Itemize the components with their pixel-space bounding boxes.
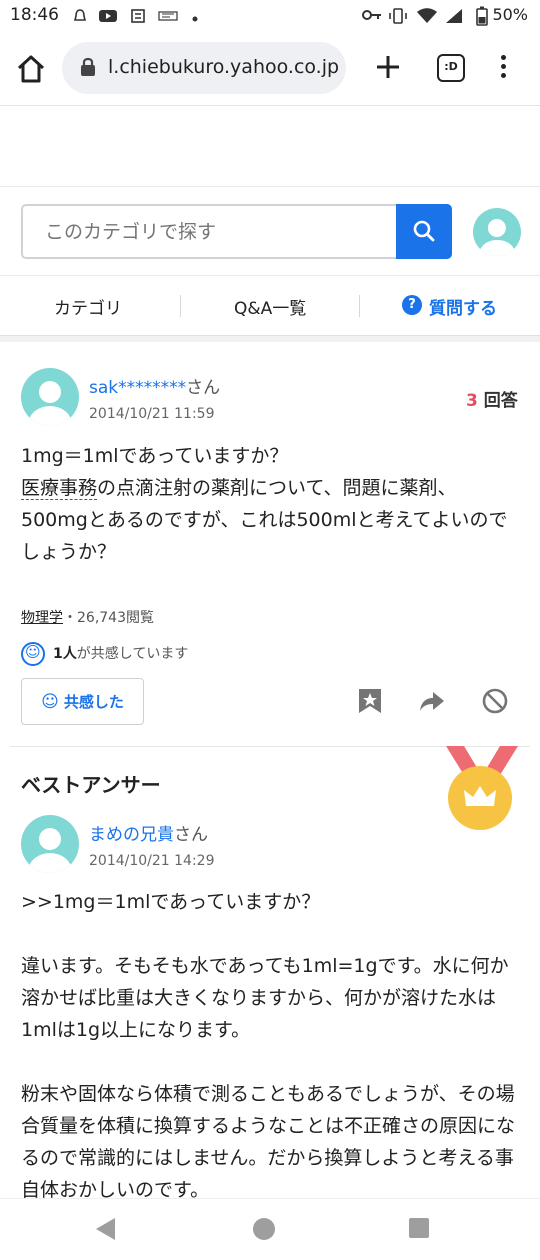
category-link[interactable]: 物理学 bbox=[21, 610, 63, 626]
browser-toolbar: l.chiebukuro.yahoo.co.jp :D bbox=[0, 32, 540, 106]
more-menu-icon[interactable] bbox=[494, 52, 512, 86]
search-input[interactable] bbox=[21, 204, 397, 259]
medal-icon bbox=[444, 746, 520, 832]
question-date: 2014/10/21 11:59 bbox=[89, 406, 215, 422]
back-icon[interactable] bbox=[96, 1218, 115, 1240]
answer-paragraph: 粉末や固体なら体積で測ることもあるでしょうが、その場合質量を体積に換算するような… bbox=[21, 1083, 516, 1201]
empathy-text: が共感しています bbox=[76, 646, 189, 662]
news-icon bbox=[158, 10, 178, 25]
dot-icon bbox=[192, 11, 198, 26]
empathy-count: 1人 bbox=[53, 646, 77, 662]
home-circle-icon[interactable] bbox=[253, 1218, 275, 1240]
questioner-username[interactable]: sak******** bbox=[89, 378, 186, 398]
smile-icon bbox=[21, 642, 45, 666]
battery-level: 50% bbox=[492, 5, 528, 24]
empathy-button-label: 共感した bbox=[63, 693, 124, 711]
answer-date: 2014/10/21 14:29 bbox=[89, 853, 215, 869]
smile-icon: ☺ bbox=[41, 692, 59, 712]
user-avatar[interactable] bbox=[473, 208, 521, 256]
answer-count-number: 3 bbox=[466, 391, 478, 411]
questioner-avatar[interactable] bbox=[21, 368, 79, 426]
notification-icon bbox=[72, 8, 88, 28]
question-line-1: 1mg＝1mlであっていますか？ bbox=[21, 445, 289, 467]
bookmark-icon[interactable] bbox=[357, 688, 383, 714]
question-body: 1mg＝1mlであっていますか？ 医療事務の点滴注射の薬剤について、問題に薬剤、… bbox=[21, 440, 521, 568]
key-icon bbox=[362, 8, 382, 26]
search-button[interactable] bbox=[396, 204, 452, 259]
tab-category[interactable]: カテゴリ bbox=[54, 294, 122, 319]
url-text: l.chiebukuro.yahoo.co.jp bbox=[108, 56, 340, 78]
answerer-username[interactable]: まめの兄貴 bbox=[89, 825, 174, 845]
lock-icon bbox=[80, 57, 96, 81]
home-icon[interactable] bbox=[14, 52, 48, 86]
answerer-avatar[interactable] bbox=[21, 815, 79, 873]
answer-paragraph: 違います。そもそも水であっても1ml=1gです。水に何か溶かせば比重は大きくなり… bbox=[21, 955, 509, 1041]
share-icon[interactable] bbox=[419, 688, 445, 714]
vibrate-icon bbox=[388, 8, 408, 28]
search-icon bbox=[412, 219, 436, 247]
category-nav: カテゴリ Q&A一覧 ? 質問する bbox=[0, 276, 540, 336]
question-meta: 物理学・26,743閲覧 bbox=[21, 607, 154, 627]
ask-question-button[interactable]: 質問する bbox=[429, 294, 497, 319]
view-count: ・26,743閲覧 bbox=[63, 610, 154, 626]
honorific: さん bbox=[174, 825, 208, 845]
battery-icon bbox=[476, 6, 488, 30]
honorific: さん bbox=[186, 378, 221, 398]
keyword-link[interactable]: 医療事務 bbox=[21, 477, 98, 500]
empathy-info: 1人が共感しています bbox=[21, 642, 188, 666]
block-icon[interactable] bbox=[482, 688, 508, 714]
answer-paragraph: >>1mg＝1mlであっていますか？ bbox=[21, 891, 321, 913]
answer-count-label: 回答 bbox=[483, 391, 518, 411]
search-area bbox=[0, 186, 540, 276]
best-answer-heading: ベストアンサー bbox=[21, 773, 161, 797]
signal-icon bbox=[444, 8, 464, 28]
new-tab-icon[interactable] bbox=[373, 52, 403, 82]
youtube-icon bbox=[98, 8, 118, 28]
nav-divider bbox=[359, 295, 360, 317]
wifi-icon bbox=[416, 8, 438, 28]
tab-switcher-button[interactable]: :D bbox=[437, 54, 465, 82]
answerer-name[interactable]: まめの兄貴さん bbox=[89, 820, 208, 845]
question-icon: ? bbox=[402, 295, 422, 315]
status-bar: 18:46 50% bbox=[0, 0, 540, 32]
section-gap bbox=[0, 336, 540, 342]
url-bar[interactable]: l.chiebukuro.yahoo.co.jp bbox=[62, 42, 346, 94]
system-nav-bar bbox=[0, 1198, 540, 1260]
recents-icon[interactable] bbox=[409, 1218, 429, 1238]
status-time: 18:46 bbox=[10, 5, 59, 25]
answer-body: >>1mg＝1mlであっていますか？ 違います。そもそも水であっても1ml=1g… bbox=[21, 886, 526, 1238]
nav-divider bbox=[180, 295, 181, 317]
answer-count[interactable]: 3 回答 bbox=[466, 386, 518, 411]
question-line-2: 医療事務の点滴注射の薬剤について、問題に薬剤、500mgとあるのですが、これは5… bbox=[21, 472, 521, 568]
questioner-name[interactable]: sak********さん bbox=[89, 373, 220, 398]
empathy-button[interactable]: ☺ 共感した bbox=[21, 678, 144, 725]
tab-qa-list[interactable]: Q&A一覧 bbox=[234, 294, 306, 319]
app-icon bbox=[130, 8, 146, 28]
